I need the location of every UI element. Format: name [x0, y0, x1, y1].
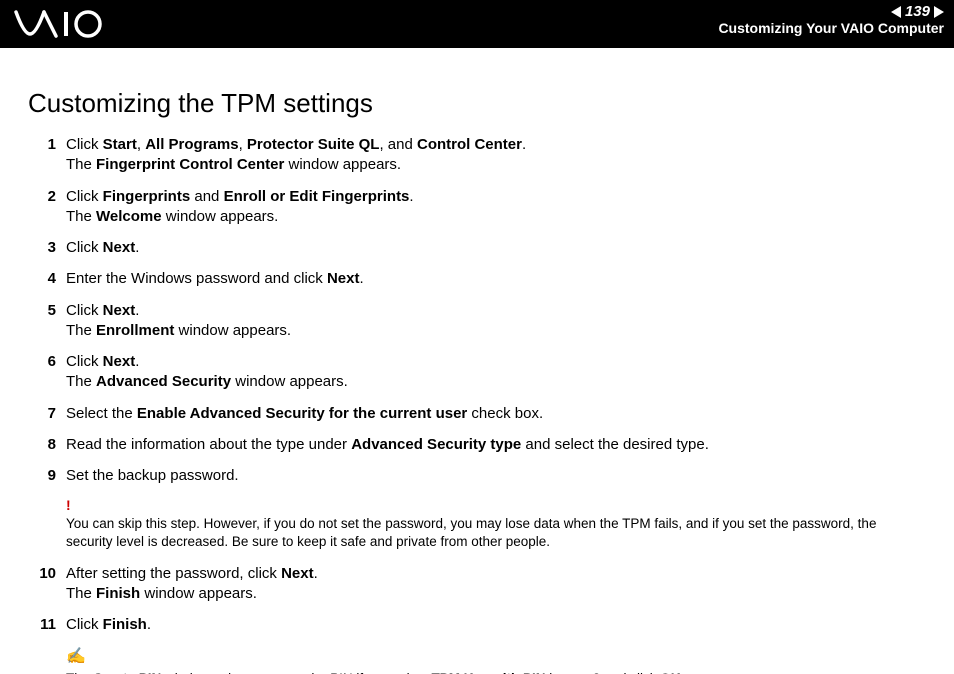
step-item: Select the Enable Advanced Security for …	[28, 404, 926, 424]
step-item: Set the backup password.	[28, 466, 926, 486]
step-item: Enter the Windows password and click Nex…	[28, 269, 926, 289]
page-content: Customizing the TPM settings Click Start…	[0, 48, 954, 674]
note-block: ✍ The Create PIN window asks you to set t…	[28, 646, 926, 674]
step-item: Click Next.	[28, 238, 926, 258]
step-item: Click Fingerprints and Enroll or Edit Fi…	[28, 187, 926, 228]
page-title: Customizing the TPM settings	[28, 88, 926, 119]
warning-icon: !	[66, 497, 926, 513]
warning-text: You can skip this step. However, if you …	[66, 515, 926, 551]
section-label: Customizing Your VAIO Computer	[718, 21, 944, 36]
warning-block: ! You can skip this step. However, if you…	[28, 497, 926, 551]
page-navigation: 139 Customizing Your VAIO Computer	[718, 4, 944, 36]
step-item: Read the information about the type unde…	[28, 435, 926, 455]
step-item: Click Start, All Programs, Protector Sui…	[28, 135, 926, 176]
page-header: 139 Customizing Your VAIO Computer	[0, 0, 954, 48]
note-text: The Create PIN window asks you to set th…	[66, 670, 926, 674]
prev-page-arrow-icon[interactable]	[891, 6, 901, 18]
step-item: Click Next.The Enrollment window appears…	[28, 301, 926, 342]
vaio-logo	[14, 6, 114, 47]
step-item: Click Finish.	[28, 615, 926, 635]
page-number: 139	[905, 4, 930, 21]
steps-list: Click Start, All Programs, Protector Sui…	[28, 135, 926, 635]
note-icon: ✍	[66, 646, 926, 666]
step-item: After setting the password, click Next.T…	[28, 564, 926, 605]
next-page-arrow-icon[interactable]	[934, 6, 944, 18]
step-item: Click Next.The Advanced Security window …	[28, 352, 926, 393]
